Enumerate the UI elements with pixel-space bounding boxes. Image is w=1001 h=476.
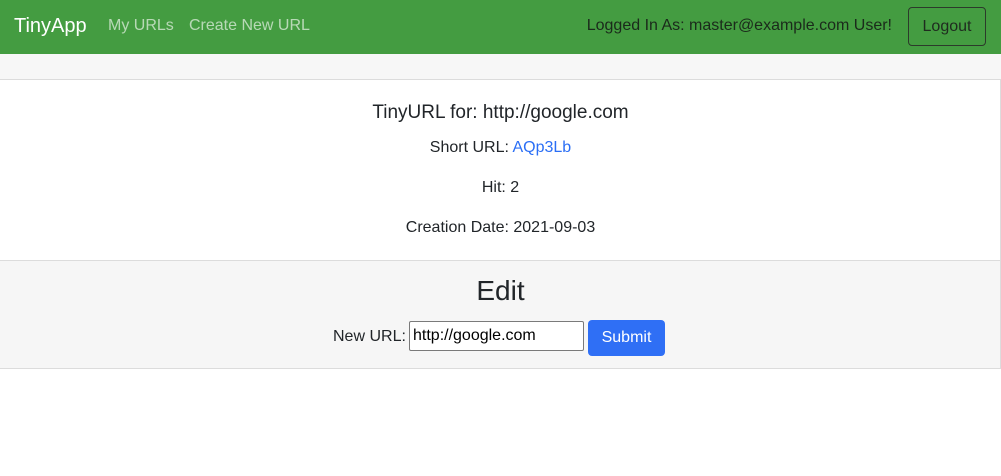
new-url-input[interactable]	[409, 321, 584, 351]
logout-button[interactable]: Logout	[908, 7, 986, 46]
top-navbar: TinyApp My URLs Create New URL Logged In…	[0, 0, 1001, 54]
short-url-label: Short URL:	[429, 139, 509, 156]
edit-section: Edit New URL: Submit	[0, 260, 1001, 369]
url-details-card: TinyURL for: http://google.com Short URL…	[0, 80, 1001, 261]
nav-link-create-new-url[interactable]: Create New URL	[189, 16, 310, 36]
submit-button[interactable]: Submit	[588, 320, 665, 356]
short-url-link[interactable]: AQp3Lb	[512, 139, 571, 156]
hit-count: Hit: 2	[481, 179, 520, 196]
logged-in-status: Logged In As: master@example.com User!	[586, 17, 892, 34]
creation-date: Creation Date: 2021-09-03	[405, 219, 596, 236]
card-header-strip	[0, 54, 1001, 80]
short-url-row: Short URL: AQp3Lb	[0, 138, 1001, 158]
new-url-label: New URL:	[333, 328, 406, 345]
card-title: TinyURL for: http://google.com	[372, 102, 629, 123]
brand-logo-link[interactable]: TinyApp	[14, 14, 87, 38]
edit-title: Edit	[476, 275, 525, 306]
nav-link-my-urls[interactable]: My URLs	[108, 16, 174, 36]
